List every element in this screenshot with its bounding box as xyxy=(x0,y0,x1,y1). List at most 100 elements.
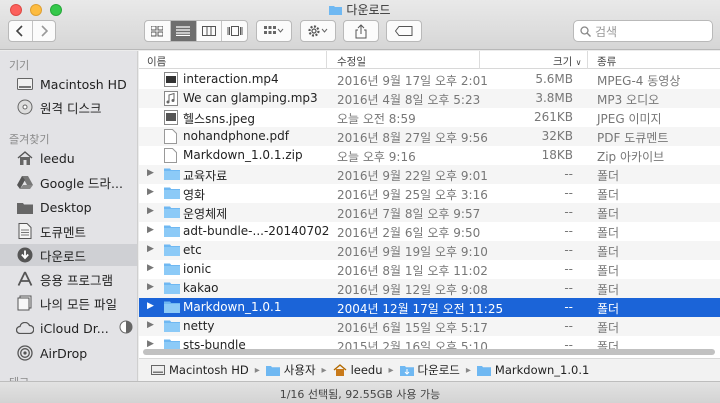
disclosure-triangle-icon[interactable]: ▶ xyxy=(147,206,154,216)
folder-icon xyxy=(265,365,280,376)
sidebar-item-all-my-files[interactable]: 나의 모든 파일 xyxy=(0,292,137,314)
table-row[interactable]: ▶ ionic 2016년 8월 1일 오후 11:02 -- 폴더 xyxy=(139,260,720,279)
disclosure-triangle-icon[interactable]: ▶ xyxy=(147,282,154,292)
folder-icon xyxy=(164,319,180,334)
table-row[interactable]: Markdown_1.0.1.zip 오늘 오후 9:16 18KB Zip 아카이브 xyxy=(139,146,720,165)
file-date: 2016년 2월 6일 오후 9:50 xyxy=(337,226,481,240)
file-kind: 폴더 xyxy=(597,283,620,297)
arrange-button[interactable] xyxy=(256,20,292,42)
disclosure-triangle-icon[interactable]: ▶ xyxy=(147,339,154,349)
folder-icon xyxy=(16,198,34,216)
sidebar-heading-devices: 기기 xyxy=(9,59,30,72)
table-row[interactable]: ▶ 영화 2016년 9월 25일 오후 3:16 -- 폴더 xyxy=(139,184,720,203)
table-row[interactable]: ▶ kakao 2016년 9월 12일 오후 9:08 -- 폴더 xyxy=(139,279,720,298)
column-size[interactable]: 크기 ∨ xyxy=(553,54,582,69)
disclosure-triangle-icon[interactable]: ▶ xyxy=(147,244,154,254)
airdrop-icon xyxy=(16,344,34,362)
folder-icon xyxy=(329,4,343,18)
icon-view-button[interactable] xyxy=(145,21,170,41)
action-button[interactable] xyxy=(300,20,336,42)
table-row[interactable]: ▶ 운영체제 2016년 7월 8일 오후 9:57 -- 폴더 xyxy=(139,203,720,222)
file-kind: JPEG 이미지 xyxy=(597,112,662,126)
search-field[interactable]: 검색 xyxy=(573,20,713,42)
path-crumb[interactable]: Markdown_1.0.1 xyxy=(476,363,589,377)
search-icon xyxy=(580,25,591,37)
column-view-button[interactable] xyxy=(195,21,222,41)
grid-icon xyxy=(151,25,164,36)
document-file-icon xyxy=(164,148,180,163)
sidebar-item-documents[interactable]: 도큐멘트 xyxy=(0,220,137,242)
tag-button[interactable] xyxy=(386,20,422,42)
chevron-left-icon xyxy=(16,25,23,37)
disclosure-triangle-icon[interactable]: ▶ xyxy=(147,301,154,311)
hard-disk-icon xyxy=(151,365,165,375)
file-size: -- xyxy=(564,205,573,219)
path-crumb-label: 사용자 xyxy=(283,363,316,377)
sidebar-item-icloud-drive[interactable]: iCloud Dr... xyxy=(0,317,137,339)
column-name[interactable]: 이름 xyxy=(147,54,166,69)
chevron-right-icon xyxy=(41,25,48,37)
list-icon xyxy=(176,26,191,36)
path-separator-icon: ▸ xyxy=(254,364,260,376)
file-name: kakao xyxy=(183,281,219,295)
file-kind: 폴더 xyxy=(597,302,620,316)
disclosure-triangle-icon[interactable]: ▶ xyxy=(147,263,154,273)
sidebar-item-airdrop[interactable]: AirDrop xyxy=(0,342,137,364)
sidebar-item-downloads[interactable]: 다운로드 xyxy=(0,244,137,266)
disclosure-triangle-icon[interactable]: ▶ xyxy=(147,187,154,197)
google-drive-icon xyxy=(16,173,34,191)
remote-disc-icon xyxy=(16,98,34,116)
sidebar-item-desktop[interactable]: Desktop xyxy=(0,196,137,218)
sidebar-item-leedu[interactable]: leedu xyxy=(0,147,137,169)
path-crumb[interactable]: 다운로드 xyxy=(399,362,460,378)
file-date: 2016년 9월 25일 오후 3:16 xyxy=(337,188,488,202)
sidebar-item-applications[interactable]: 응용 프로그램 xyxy=(0,268,137,290)
coverflow-view-button[interactable] xyxy=(221,21,247,41)
file-size: 261KB xyxy=(533,110,573,124)
list-view-button[interactable] xyxy=(169,21,196,41)
disclosure-triangle-icon[interactable]: ▶ xyxy=(147,320,154,330)
file-kind: 폴더 xyxy=(597,169,620,183)
window-title: 다운로드 xyxy=(0,1,720,18)
table-row[interactable]: ▶ etc 2016년 9월 19일 오후 9:10 -- 폴더 xyxy=(139,241,720,260)
file-name: nohandphone.pdf xyxy=(183,129,289,143)
table-row[interactable]: 헬스sns.jpeg 오늘 오전 8:59 261KB JPEG 이미지 xyxy=(139,108,720,127)
file-size: -- xyxy=(564,167,573,181)
table-row[interactable]: ▶ Markdown_1.0.1 2004년 12월 17일 오전 11:25 -- 폴… xyxy=(139,298,720,317)
file-size: -- xyxy=(564,319,573,333)
hard-disk-icon xyxy=(16,75,34,93)
table-row[interactable]: We can glamping.mp3 2016년 4월 8일 오후 5:23 3.… xyxy=(139,89,720,108)
table-row[interactable]: nohandphone.pdf 2016년 8월 27일 오후 9:56 32KB P… xyxy=(139,127,720,146)
file-size: 32KB xyxy=(541,129,573,143)
table-row[interactable]: interaction.mp4 2016년 9월 17일 오후 2:01 5.6MB… xyxy=(139,70,720,89)
file-kind: 폴더 xyxy=(597,207,620,221)
share-button[interactable] xyxy=(343,20,379,42)
image-file-icon xyxy=(164,110,180,125)
table-row[interactable]: ▶ netty 2016년 6월 15일 오후 5:17 -- 폴더 xyxy=(139,317,720,336)
table-row[interactable]: ▶ 교육자료 2016년 9월 22일 오후 9:01 -- 폴더 xyxy=(139,165,720,184)
path-crumb[interactable]: Macintosh HD xyxy=(151,363,249,377)
disclosure-triangle-icon[interactable]: ▶ xyxy=(147,225,154,235)
table-row[interactable]: ▶ adt-bundle-...-20140702 2016년 2월 6일 오후 9… xyxy=(139,222,720,241)
document-file-icon xyxy=(164,129,180,144)
sidebar-item-remote-disc[interactable]: 원격 디스크 xyxy=(0,96,137,118)
file-kind: 폴더 xyxy=(597,226,620,240)
file-name: etc xyxy=(183,243,202,257)
file-size: -- xyxy=(564,262,573,276)
path-crumb[interactable]: leedu xyxy=(333,363,383,377)
column-kind[interactable]: 종류 xyxy=(597,54,616,69)
home-icon xyxy=(16,149,34,167)
file-date: 2016년 9월 19일 오후 9:10 xyxy=(337,245,488,259)
forward-button[interactable] xyxy=(31,21,56,41)
file-date: 2016년 7월 8일 오후 9:57 xyxy=(337,207,481,221)
back-button[interactable] xyxy=(9,21,32,41)
horizontal-scrollbar[interactable] xyxy=(143,349,715,355)
disclosure-triangle-icon[interactable]: ▶ xyxy=(147,168,154,178)
file-name: ionic xyxy=(183,262,212,276)
column-date[interactable]: 수정일 xyxy=(337,54,366,69)
view-mode-group xyxy=(144,20,248,42)
path-crumb[interactable]: 사용자 xyxy=(265,362,316,378)
sidebar-item-google-drive[interactable]: Google 드라... xyxy=(0,171,137,193)
sidebar-item-macintosh-hd[interactable]: Macintosh HD xyxy=(0,73,137,95)
path-separator-icon: ▸ xyxy=(465,364,471,376)
